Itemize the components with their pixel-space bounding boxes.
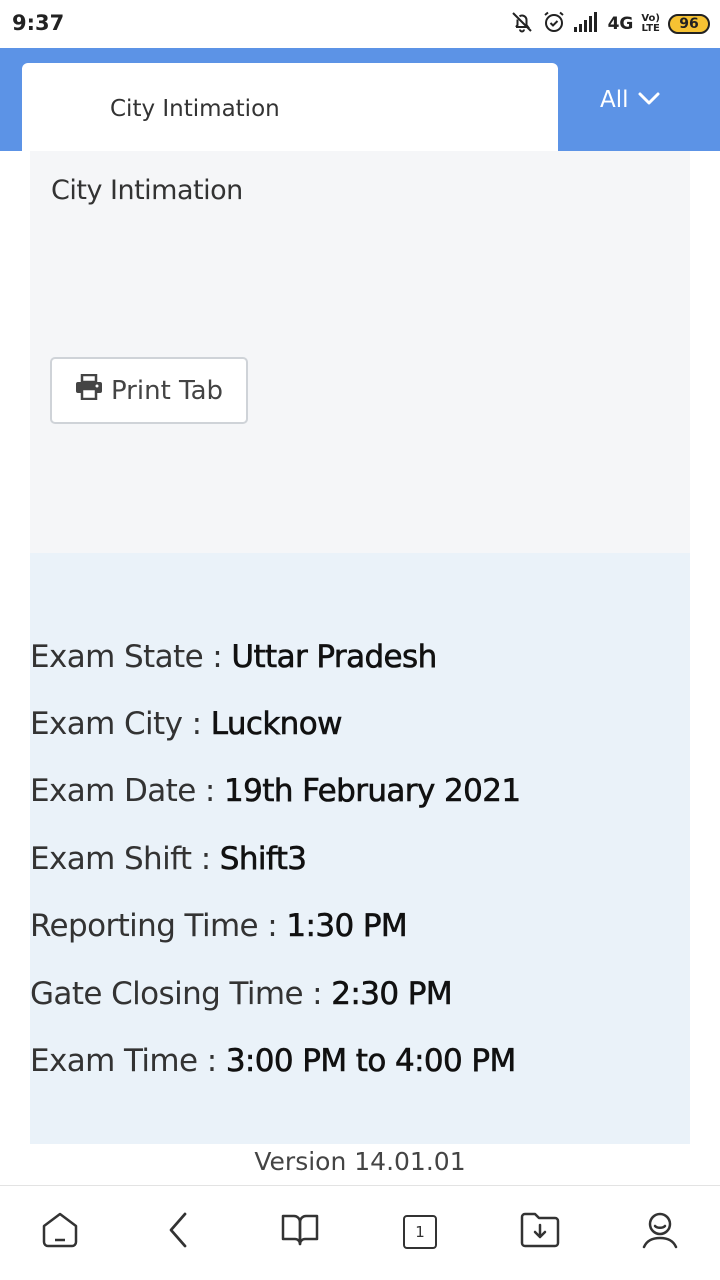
info-row-exam-time: Exam Time : 3:00 PM to 4:00 PM — [30, 1043, 517, 1080]
city-intimation-panel: City Intimation Print Tab — [30, 151, 690, 553]
downloads-icon — [519, 1211, 561, 1253]
downloads-button[interactable] — [518, 1210, 562, 1254]
info-row-exam-city: Exam City : Lucknow — [30, 706, 343, 743]
version-text: Version 14.01.01 — [254, 1147, 466, 1176]
bottom-nav: 1 — [0, 1186, 720, 1280]
signal-icon — [573, 12, 600, 36]
chevron-down-icon — [637, 87, 661, 113]
tabs-button[interactable]: 1 — [398, 1210, 442, 1254]
status-bar: 9:37 4G Vo) LTE 96 — [0, 0, 720, 48]
battery-level: 96 — [679, 16, 699, 32]
tab-count: 1 — [415, 1223, 425, 1241]
network-type: 4G — [607, 14, 634, 34]
profile-button[interactable] — [638, 1210, 682, 1254]
panel-title: City Intimation — [51, 175, 243, 206]
battery-icon: 96 — [668, 14, 710, 34]
home-icon — [40, 1210, 80, 1254]
all-dropdown[interactable]: All — [600, 80, 661, 120]
info-row-exam-date: Exam Date : 19th February 2021 — [30, 773, 521, 810]
status-icons: 4G Vo) LTE 96 — [510, 10, 710, 38]
tabs-icon: 1 — [403, 1215, 437, 1249]
volte-indicator: Vo) LTE — [641, 13, 660, 34]
status-time: 9:37 — [12, 11, 65, 35]
info-row-exam-shift: Exam Shift : Shift3 — [30, 841, 307, 878]
info-row-exam-state: Exam State : Uttar Pradesh — [30, 639, 438, 676]
dropdown-label: All — [600, 87, 629, 113]
back-button[interactable] — [157, 1210, 201, 1254]
bookmarks-button[interactable] — [278, 1210, 322, 1254]
bookmarks-icon — [280, 1212, 320, 1252]
profile-icon — [640, 1210, 680, 1254]
tab-city-intimation[interactable]: City Intimation — [22, 63, 558, 153]
bell-off-icon — [510, 10, 534, 38]
tab-label: City Intimation — [110, 96, 280, 122]
exam-info-panel: Exam State : Uttar Pradesh Exam City : L… — [30, 553, 690, 1144]
printer-icon — [75, 373, 103, 407]
back-icon — [165, 1210, 193, 1254]
info-row-gate-closing-time: Gate Closing Time : 2:30 PM — [30, 976, 453, 1013]
home-button[interactable] — [38, 1210, 82, 1254]
alarm-icon — [542, 10, 566, 38]
info-row-reporting-time: Reporting Time : 1:30 PM — [30, 908, 408, 945]
print-tab-button[interactable]: Print Tab — [50, 357, 248, 424]
print-button-label: Print Tab — [110, 375, 224, 406]
